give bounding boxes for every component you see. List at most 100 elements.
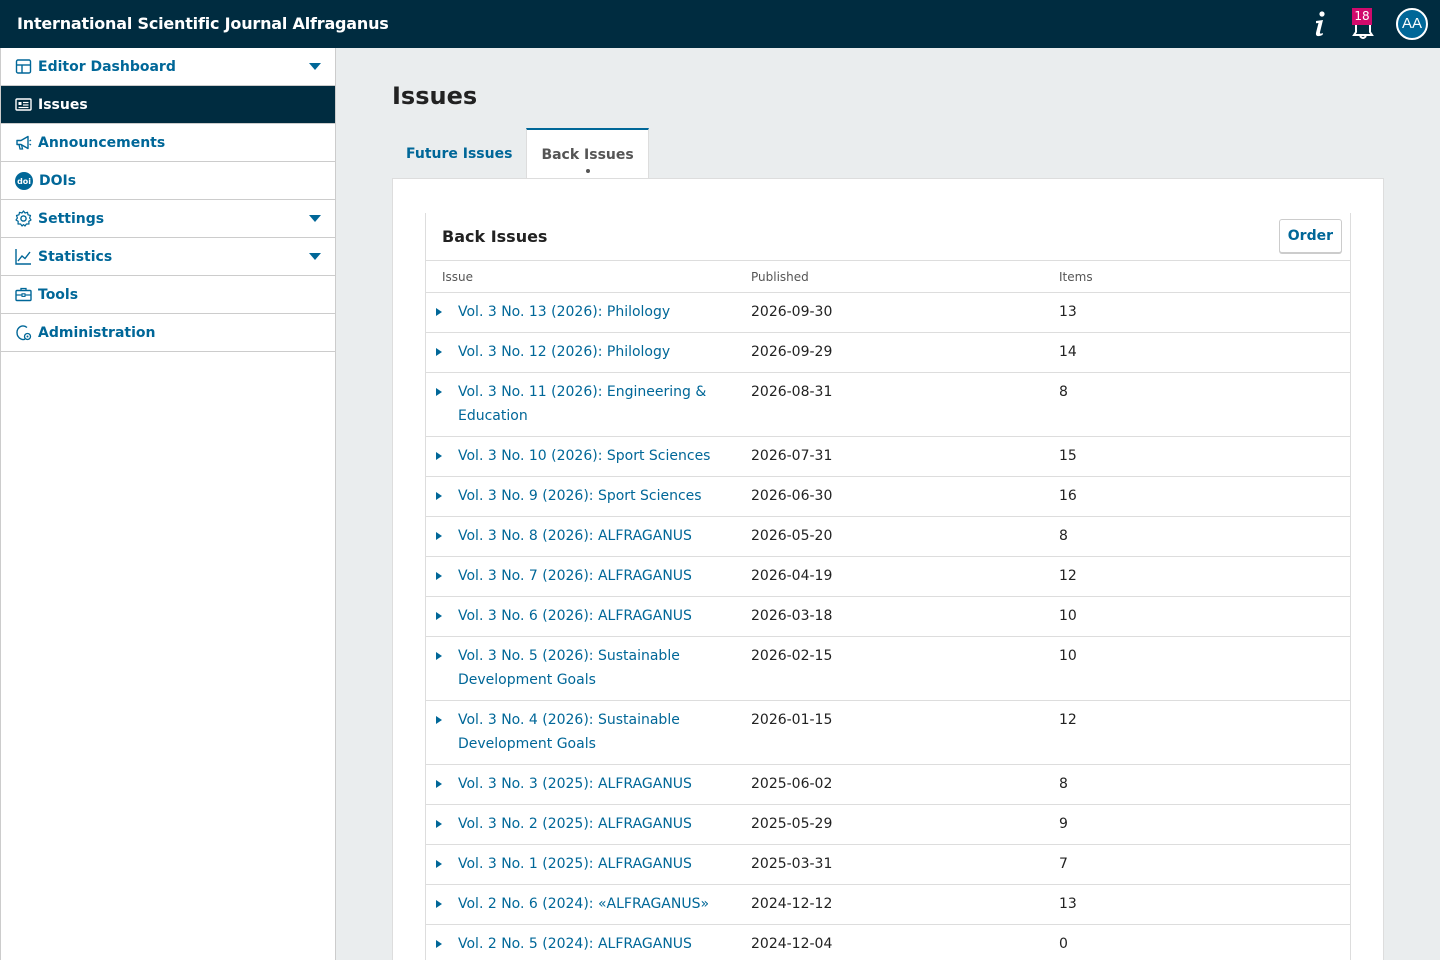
item-count: 9 — [1059, 816, 1068, 832]
expand-arrow-icon[interactable] — [436, 940, 442, 948]
column-headers: Issue Published Items — [426, 261, 1350, 293]
published-date: 2025-06-02 — [751, 776, 833, 792]
notification-badge: 18 — [1352, 8, 1372, 25]
expand-arrow-icon[interactable] — [436, 820, 442, 828]
expand-arrow-icon[interactable] — [436, 612, 442, 620]
top-bar: International Scientific Journal Alfraga… — [0, 0, 1440, 48]
issue-title-link[interactable]: Vol. 3 No. 4 (2026): Sustainable Develop… — [458, 708, 718, 756]
issue-title-link[interactable]: Vol. 2 No. 5 (2024): ALFRAGANUS — [458, 932, 718, 956]
column-header-items[interactable]: Items — [1059, 270, 1093, 284]
info-icon[interactable] — [1310, 10, 1330, 38]
table-row[interactable]: Vol. 2 No. 6 (2024): «ALFRAGANUS» 2024-1… — [426, 885, 1350, 925]
sidebar-item-statistics[interactable]: Statistics — [1, 238, 335, 276]
gear-icon — [15, 210, 32, 227]
issue-title-link[interactable]: Vol. 3 No. 2 (2025): ALFRAGANUS — [458, 812, 718, 836]
expand-arrow-icon[interactable] — [436, 860, 442, 868]
table-row[interactable]: Vol. 3 No. 1 (2025): ALFRAGANUS 2025-03-… — [426, 845, 1350, 885]
chevron-down-icon[interactable] — [309, 215, 321, 222]
published-date: 2025-05-29 — [751, 816, 833, 832]
column-header-issue[interactable]: Issue — [442, 270, 473, 284]
issue-title-link[interactable]: Vol. 3 No. 9 (2026): Sport Sciences — [458, 484, 718, 508]
item-count: 0 — [1059, 936, 1068, 952]
table-row[interactable]: Vol. 3 No. 2 (2025): ALFRAGANUS 2025-05-… — [426, 805, 1350, 845]
expand-arrow-icon[interactable] — [436, 492, 442, 500]
issue-title-link[interactable]: Vol. 3 No. 3 (2025): ALFRAGANUS — [458, 772, 718, 796]
expand-arrow-icon[interactable] — [436, 780, 442, 788]
item-count: 8 — [1059, 384, 1068, 400]
issue-title-link[interactable]: Vol. 3 No. 7 (2026): ALFRAGANUS — [458, 564, 718, 588]
table-row[interactable]: Vol. 2 No. 5 (2024): ALFRAGANUS 2024-12-… — [426, 925, 1350, 960]
sidebar-item-editor-dashboard[interactable]: Editor Dashboard — [1, 48, 335, 86]
table-row[interactable]: Vol. 3 No. 9 (2026): Sport Sciences 2026… — [426, 477, 1350, 517]
chevron-down-icon[interactable] — [309, 63, 321, 70]
table-row[interactable]: Vol. 3 No. 12 (2026): Philology 2026-09-… — [426, 333, 1350, 373]
column-header-published[interactable]: Published — [751, 270, 809, 284]
chart-icon — [15, 249, 31, 265]
expand-arrow-icon[interactable] — [436, 452, 442, 460]
tab-future-issues[interactable]: Future Issues — [392, 128, 526, 179]
table-row[interactable]: Vol. 3 No. 11 (2026): Engineering & Educ… — [426, 373, 1350, 437]
sidebar-item-tools[interactable]: Tools — [1, 276, 335, 314]
sidebar-item-label: Issues — [38, 96, 88, 113]
doi-icon: doi — [15, 171, 33, 190]
tab-back-issues[interactable]: Back Issues — [526, 128, 649, 179]
active-tab-indicator — [585, 169, 590, 173]
sidebar-item-settings[interactable]: Settings — [1, 200, 335, 238]
table-row[interactable]: Vol. 3 No. 6 (2026): ALFRAGANUS 2026-03-… — [426, 597, 1350, 637]
published-date: 2024-12-12 — [751, 896, 833, 912]
published-date: 2026-05-20 — [751, 528, 833, 544]
expand-arrow-icon[interactable] — [436, 900, 442, 908]
table-row[interactable]: Vol. 3 No. 5 (2026): Sustainable Develop… — [426, 637, 1350, 701]
published-date: 2026-04-19 — [751, 568, 833, 584]
expand-arrow-icon[interactable] — [436, 532, 442, 540]
sidebar-item-label: Statistics — [38, 248, 113, 265]
issue-title-link[interactable]: Vol. 2 No. 6 (2024): «ALFRAGANUS» — [458, 892, 718, 916]
issue-title-link[interactable]: Vol. 3 No. 10 (2026): Sport Sciences — [458, 444, 718, 468]
sidebar-item-issues[interactable]: Issues — [1, 86, 335, 124]
journal-title[interactable]: International Scientific Journal Alfraga… — [17, 14, 389, 33]
published-date: 2025-03-31 — [751, 856, 833, 872]
published-date: 2026-01-15 — [751, 712, 833, 728]
notifications-button[interactable]: 18 — [1348, 8, 1378, 40]
published-date: 2024-12-04 — [751, 936, 833, 952]
published-date: 2026-07-31 — [751, 448, 833, 464]
issue-title-link[interactable]: Vol. 3 No. 1 (2025): ALFRAGANUS — [458, 852, 718, 876]
issue-title-link[interactable]: Vol. 3 No. 5 (2026): Sustainable Develop… — [458, 644, 718, 692]
issue-title-link[interactable]: Vol. 3 No. 11 (2026): Engineering & Educ… — [458, 380, 718, 428]
issue-title-link[interactable]: Vol. 3 No. 13 (2026): Philology — [458, 300, 718, 324]
item-count: 8 — [1059, 528, 1068, 544]
table-row[interactable]: Vol. 3 No. 7 (2026): ALFRAGANUS 2026-04-… — [426, 557, 1350, 597]
issue-title-link[interactable]: Vol. 3 No. 12 (2026): Philology — [458, 340, 718, 364]
published-date: 2026-09-29 — [751, 344, 833, 360]
sidebar-item-label: Editor Dashboard — [38, 58, 176, 75]
expand-arrow-icon[interactable] — [436, 348, 442, 356]
published-date: 2026-03-18 — [751, 608, 833, 624]
expand-arrow-icon[interactable] — [436, 388, 442, 396]
item-count: 15 — [1059, 448, 1077, 464]
sidebar-item-announcements[interactable]: Announcements — [1, 124, 335, 162]
sidebar-item-label: Settings — [38, 210, 105, 227]
user-avatar[interactable]: AA — [1396, 8, 1428, 40]
svg-text:doi: doi — [17, 177, 31, 186]
expand-arrow-icon[interactable] — [436, 716, 442, 724]
expand-arrow-icon[interactable] — [436, 652, 442, 660]
sidebar-item-label: Administration — [38, 324, 156, 341]
table-row[interactable]: Vol. 3 No. 13 (2026): Philology 2026-09-… — [426, 293, 1350, 333]
expand-arrow-icon[interactable] — [436, 572, 442, 580]
sidebar-item-label: Announcements — [38, 134, 166, 151]
sidebar-item-administration[interactable]: Administration — [1, 314, 335, 352]
issue-title-link[interactable]: Vol. 3 No. 6 (2026): ALFRAGANUS — [458, 604, 718, 628]
expand-arrow-icon[interactable] — [436, 308, 442, 316]
item-count: 10 — [1059, 648, 1077, 664]
sidebar-item-label: DOIs — [39, 172, 77, 189]
sidebar-item-dois[interactable]: doi DOIs — [1, 162, 335, 200]
tab-label: Back Issues — [541, 146, 634, 163]
table-row[interactable]: Vol. 3 No. 3 (2025): ALFRAGANUS 2025-06-… — [426, 765, 1350, 805]
table-row[interactable]: Vol. 3 No. 4 (2026): Sustainable Develop… — [426, 701, 1350, 765]
table-row[interactable]: Vol. 3 No. 8 (2026): ALFRAGANUS 2026-05-… — [426, 517, 1350, 557]
order-button[interactable]: Order — [1278, 219, 1342, 253]
item-count: 12 — [1059, 568, 1077, 584]
issue-title-link[interactable]: Vol. 3 No. 8 (2026): ALFRAGANUS — [458, 524, 718, 548]
chevron-down-icon[interactable] — [309, 253, 321, 260]
table-row[interactable]: Vol. 3 No. 10 (2026): Sport Sciences 202… — [426, 437, 1350, 477]
